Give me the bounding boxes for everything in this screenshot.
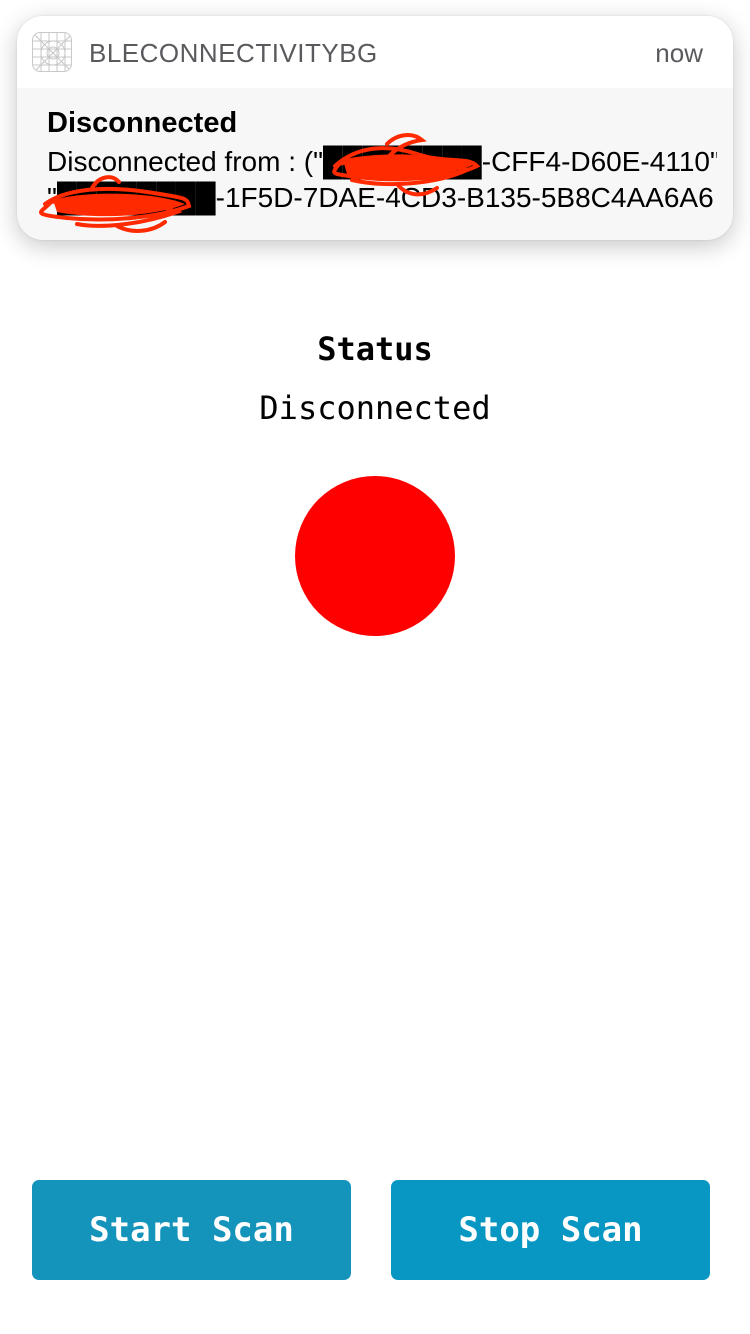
notification-body-line-1: Disconnected from : ("████████-CFF4-D60E… bbox=[47, 146, 717, 177]
notification-body: Disconnected from : ("████████-CFF4-D60E… bbox=[47, 144, 717, 216]
notification-time: now bbox=[655, 38, 703, 68]
notification-banner[interactable]: BLECONNECTIVITYBG now Disconnected Disco… bbox=[17, 16, 733, 240]
notification-body-line-2: "████████-1F5D-7DAE-4CD3-B135-5B8C4AA6A6… bbox=[47, 182, 717, 213]
stop-scan-button[interactable]: Stop Scan bbox=[391, 1180, 710, 1280]
app-grid-icon bbox=[32, 32, 72, 72]
status-value: Disconnected bbox=[259, 389, 491, 427]
notification-title: Disconnected bbox=[47, 107, 238, 139]
status-label: Status bbox=[317, 330, 433, 368]
notification-app-name: BLECONNECTIVITYBG bbox=[89, 38, 378, 68]
status-indicator-dot bbox=[295, 476, 455, 636]
notification-header: BLECONNECTIVITYBG now bbox=[17, 16, 733, 88]
start-scan-button[interactable]: Start Scan bbox=[32, 1180, 351, 1280]
